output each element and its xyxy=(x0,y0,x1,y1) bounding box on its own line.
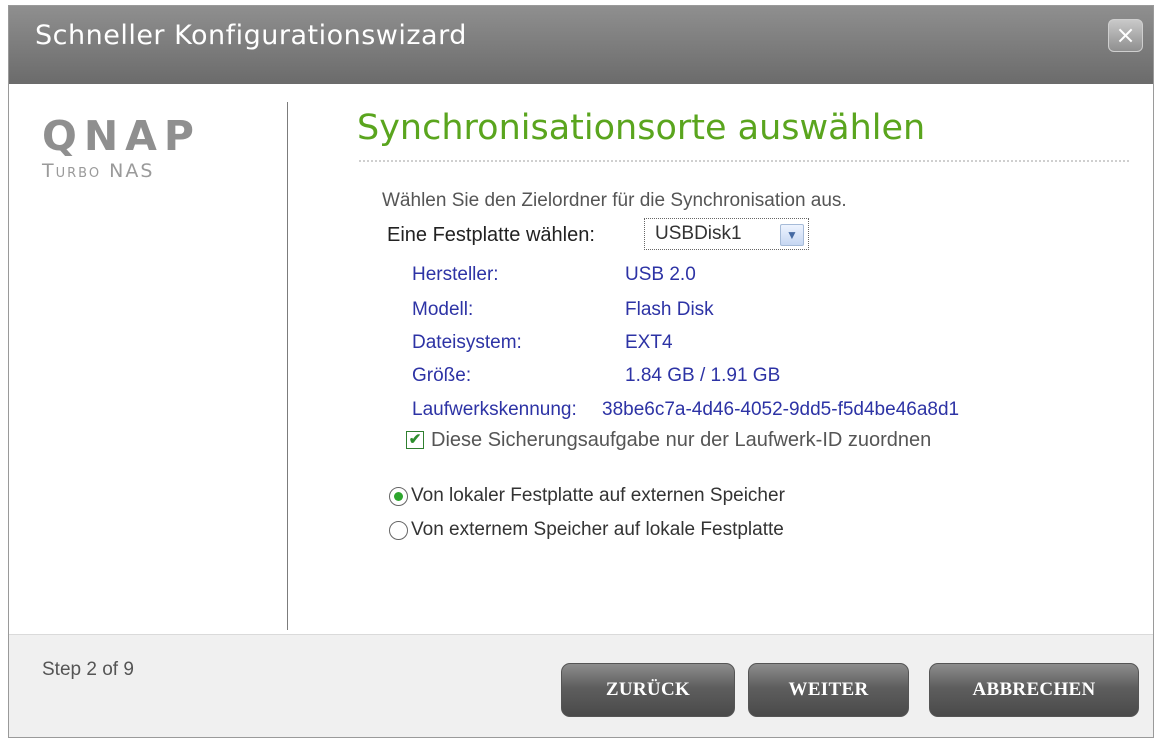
step-indicator: Step 2 of 9 xyxy=(42,659,134,680)
size-label: Größe: xyxy=(412,365,472,386)
radio-external-to-local-label: Von externem Speicher auf lokale Festpla… xyxy=(411,519,784,540)
wizard-dialog: Schneller Konfigurationswizard × QNAP Tu… xyxy=(8,5,1154,738)
size-value: 1.84 GB / 1.91 GB xyxy=(625,365,781,386)
next-button[interactable]: WEITER xyxy=(748,663,909,717)
cancel-button[interactable]: ABBRECHEN xyxy=(929,663,1139,717)
instruction-text: Wählen Sie den Zielordner für die Synchr… xyxy=(382,190,847,211)
chevron-down-icon[interactable]: ▼ xyxy=(780,224,804,246)
content-area: QNAP Turbo NAS Synchronisationsorte ausw… xyxy=(9,84,1153,634)
dialog-title: Schneller Konfigurationswizard xyxy=(35,20,467,51)
logo-main-text: QNAP xyxy=(42,112,201,160)
radio-selected-dot xyxy=(394,492,403,501)
page-title: Synchronisationsorte auswählen xyxy=(357,108,926,148)
vertical-divider xyxy=(287,102,288,630)
disk-select-value: USBDisk1 xyxy=(655,223,742,244)
radio-local-to-external[interactable] xyxy=(389,487,408,506)
filesystem-value: EXT4 xyxy=(625,332,673,353)
radio-external-to-local[interactable] xyxy=(389,521,408,540)
close-button[interactable]: × xyxy=(1108,19,1143,52)
model-value: Flash Disk xyxy=(625,299,714,320)
logo-sub-text: Turbo NAS xyxy=(42,160,155,182)
back-button[interactable]: ZURÜCK xyxy=(561,663,735,717)
manufacturer-value: USB 2.0 xyxy=(625,264,696,285)
drive-id-label: Laufwerkskennung: xyxy=(412,399,577,420)
title-bar: Schneller Konfigurationswizard × xyxy=(9,6,1153,84)
assign-drive-id-checkbox[interactable]: ✔ xyxy=(406,431,424,449)
manufacturer-label: Hersteller: xyxy=(412,264,499,285)
footer-bar: Step 2 of 9 ZURÜCK WEITER ABBRECHEN xyxy=(9,634,1153,737)
dotted-divider xyxy=(359,160,1129,162)
radio-local-to-external-label: Von lokaler Festplatte auf externen Spei… xyxy=(411,485,785,506)
qnap-logo: QNAP Turbo NAS xyxy=(42,114,232,182)
model-label: Modell: xyxy=(412,299,474,320)
filesystem-label: Dateisystem: xyxy=(412,332,522,353)
disk-select[interactable]: USBDisk1 ▼ xyxy=(644,218,809,250)
assign-drive-id-label: Diese Sicherungsaufgabe nur der Laufwerk… xyxy=(431,429,932,451)
disk-select-label: Eine Festplatte wählen: xyxy=(387,224,595,246)
drive-id-value: 38be6c7a-4d46-4052-9dd5-f5d4be46a8d1 xyxy=(602,399,960,420)
